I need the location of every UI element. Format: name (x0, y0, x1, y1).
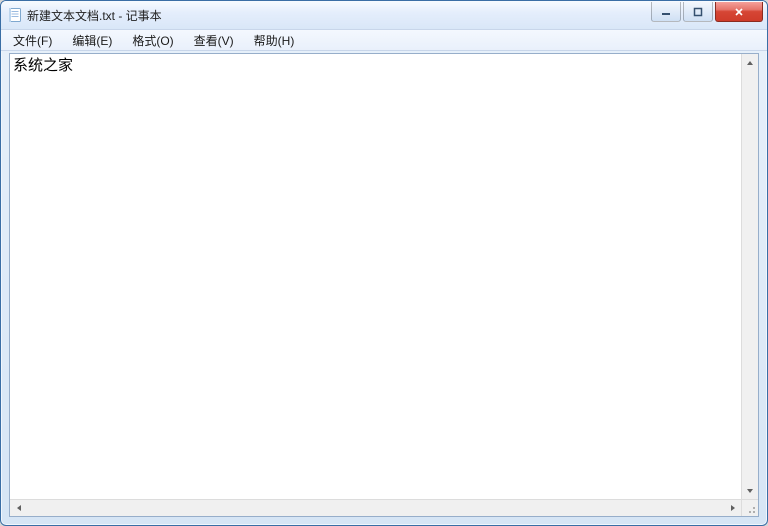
client-area: 系统之家 (9, 53, 759, 517)
scroll-right-button[interactable] (724, 500, 741, 517)
menu-bar: 文件(F) 编辑(E) 格式(O) 查看(V) 帮助(H) (1, 29, 767, 51)
scroll-up-button[interactable] (742, 54, 759, 71)
scroll-down-button[interactable] (742, 482, 759, 499)
menu-edit[interactable]: 编辑(E) (62, 30, 122, 50)
menu-format[interactable]: 格式(O) (122, 30, 183, 50)
menu-file[interactable]: 文件(F) (3, 30, 62, 50)
menu-view[interactable]: 查看(V) (184, 30, 244, 50)
text-editor[interactable]: 系统之家 (10, 54, 741, 499)
close-button[interactable] (715, 2, 763, 22)
scroll-left-button[interactable] (10, 500, 27, 517)
notepad-icon (7, 7, 23, 23)
horizontal-scrollbar[interactable] (10, 499, 741, 516)
window-controls (651, 2, 763, 22)
app-window: 新建文本文档.txt - 记事本 文件(F) 编辑(E) 格式(O) 查看(V)… (0, 0, 768, 526)
title-bar[interactable]: 新建文本文档.txt - 记事本 (1, 1, 767, 29)
maximize-button[interactable] (683, 2, 713, 22)
vertical-scrollbar[interactable] (741, 54, 758, 499)
minimize-button[interactable] (651, 2, 681, 22)
resize-grip[interactable] (741, 499, 758, 516)
menu-help[interactable]: 帮助(H) (244, 30, 305, 50)
window-title: 新建文本文档.txt - 记事本 (27, 7, 162, 24)
